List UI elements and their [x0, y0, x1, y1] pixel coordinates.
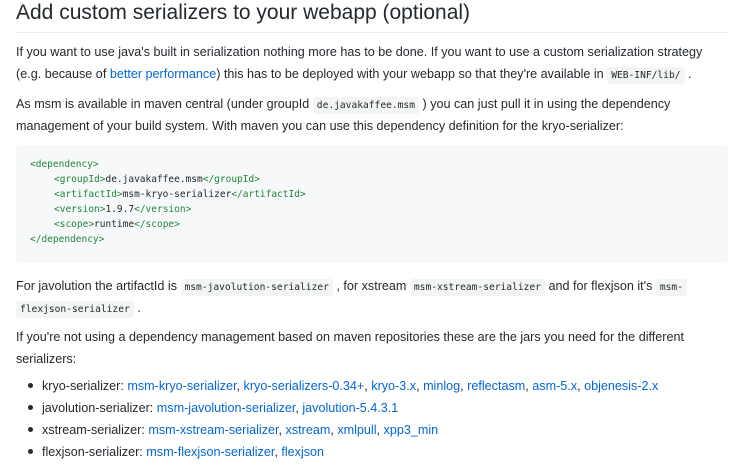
paragraph-line: management of your build system. With ma… — [16, 119, 624, 133]
text-span: . — [684, 67, 692, 81]
xml-tag: </artifactId> — [231, 189, 306, 200]
jar-link[interactable]: xstream — [286, 423, 331, 437]
paragraph-line: serializers: — [16, 352, 77, 366]
serializer-label: javolution-serializer: — [42, 401, 157, 415]
comma-separator: , — [278, 423, 286, 437]
inline-code-javolution-artifact: msm-javolution-serializer — [180, 279, 333, 296]
jar-link[interactable]: flexjson — [281, 445, 324, 459]
serializer-label: xstream-serializer: — [42, 423, 149, 437]
code-line-dependency-close: </dependency> — [30, 232, 104, 247]
better-performance-link[interactable]: better performance — [110, 67, 216, 81]
maven-dependency-code-block: <dependency> <groupId>de.javakaffee.msm<… — [16, 145, 728, 263]
serializer-list-item: flexjson-serializer: msm-flexjson-serial… — [16, 441, 728, 463]
serializer-label: flexjson-serializer: — [42, 445, 147, 459]
bullet-icon — [28, 383, 33, 388]
jar-link[interactable]: msm-kryo-serializer — [127, 379, 236, 393]
paragraph-java-serialization: If you want to use java's built in seria… — [16, 41, 728, 85]
paragraph-line: If you want to use java's built in seria… — [16, 45, 703, 59]
xml-tag: </scope> — [134, 219, 180, 230]
comma-separator: , — [416, 379, 424, 393]
comma-separator: , — [376, 423, 384, 437]
code-line-dependency-open: <dependency> — [30, 157, 99, 172]
bullet-icon — [28, 449, 33, 454]
text-span: , for xstream — [332, 279, 410, 293]
text-span: (e.g. because of — [16, 67, 110, 81]
bullet-icon — [28, 405, 33, 410]
xml-tag: <scope> — [54, 219, 95, 230]
section-heading: Add custom serializers to your webapp (o… — [16, 1, 471, 24]
paragraph-line: For javolution the artifactId is msm-jav… — [16, 275, 728, 297]
paragraph-other-artifacts: For javolution the artifactId is msm-jav… — [16, 275, 728, 319]
text-span: and for flexjson it's — [544, 279, 656, 293]
serializer-list-item: javolution-serializer: msm-javolution-se… — [16, 397, 728, 419]
xml-tag: <artifactId> — [54, 189, 123, 200]
text-span: For javolution the artifactId is — [16, 279, 181, 293]
text-span: ) you can just pull it in using the depe… — [419, 97, 671, 111]
paragraph-line: flexjson-serializer . — [16, 297, 728, 319]
xml-tag: </groupId> — [202, 174, 260, 185]
serializer-list-item: kryo-serializer: msm-kryo-serializer, kr… — [16, 375, 728, 397]
jar-link[interactable]: objenesis-2.x — [584, 379, 658, 393]
text-span: . — [133, 301, 141, 315]
serializer-list-item: xstream-serializer: msm-xstream-serializ… — [16, 419, 728, 441]
serializer-jar-list: kryo-serializer: msm-kryo-serializer, kr… — [16, 375, 728, 463]
xml-tag: </version> — [134, 204, 192, 215]
comma-separator: , — [577, 379, 585, 393]
jar-link[interactable]: xpp3_min — [384, 423, 439, 437]
jar-link[interactable]: reflectasm — [467, 379, 525, 393]
comma-separator: , — [236, 379, 244, 393]
code-line-artifact-id: <artifactId>msm-kryo-serializer</artifac… — [54, 187, 306, 202]
jar-link[interactable]: xmlpull — [337, 423, 376, 437]
xml-value: msm-kryo-serializer — [122, 189, 232, 200]
xml-value: de.javakaffee.msm — [105, 174, 203, 185]
jar-link[interactable]: javolution-5.4.3.1 — [302, 401, 398, 415]
jar-link[interactable]: msm-javolution-serializer — [157, 401, 296, 415]
xml-value: runtime — [94, 219, 135, 230]
xml-value: 1.9.7 — [105, 204, 135, 215]
paragraph-maven-central: As msm is available in maven central (un… — [16, 93, 728, 137]
paragraph-line: If you're not using a dependency managem… — [16, 330, 684, 344]
code-line-scope: <scope>runtime</scope> — [54, 217, 180, 232]
inline-code-flexjson-artifact: msm- — [655, 279, 687, 296]
jar-link[interactable]: asm-5.x — [532, 379, 577, 393]
text-span: As msm is available in maven central (un… — [16, 97, 313, 111]
serializer-label: kryo-serializer: — [42, 379, 128, 393]
xml-tag: </dependency> — [30, 234, 105, 245]
xml-tag: <groupId> — [54, 174, 106, 185]
inline-code-web-inf-lib: WEB-INF/lib/ — [607, 67, 685, 84]
inline-code-group-id: de.javakaffee.msm — [312, 97, 419, 114]
paragraph-no-dependency-management: If you're not using a dependency managem… — [16, 326, 728, 370]
xml-tag: <version> — [54, 204, 106, 215]
jar-link[interactable]: kryo-3.x — [371, 379, 416, 393]
heading-divider — [16, 32, 728, 33]
jar-link[interactable]: minlog — [423, 379, 460, 393]
code-line-version: <version>1.9.7</version> — [54, 202, 191, 217]
paragraph-line: (e.g. because of better performance) thi… — [16, 63, 728, 85]
inline-code-xstream-artifact: msm-xstream-serializer — [409, 279, 545, 296]
text-span: ) this has to be deployed with your weba… — [216, 67, 608, 81]
paragraph-line: As msm is available in maven central (un… — [16, 93, 728, 115]
jar-link[interactable]: msm-flexjson-serializer — [146, 445, 274, 459]
code-line-group-id: <groupId>de.javakaffee.msm</groupId> — [54, 172, 260, 187]
readme-section: Add custom serializers to your webapp (o… — [0, 0, 742, 469]
inline-code-flexjson-artifact: flexjson-serializer — [16, 301, 134, 318]
jar-link[interactable]: msm-xstream-serializer — [148, 423, 278, 437]
bullet-icon — [28, 427, 33, 432]
jar-link[interactable]: kryo-serializers-0.34+ — [244, 379, 365, 393]
xml-tag: <dependency> — [30, 159, 99, 170]
